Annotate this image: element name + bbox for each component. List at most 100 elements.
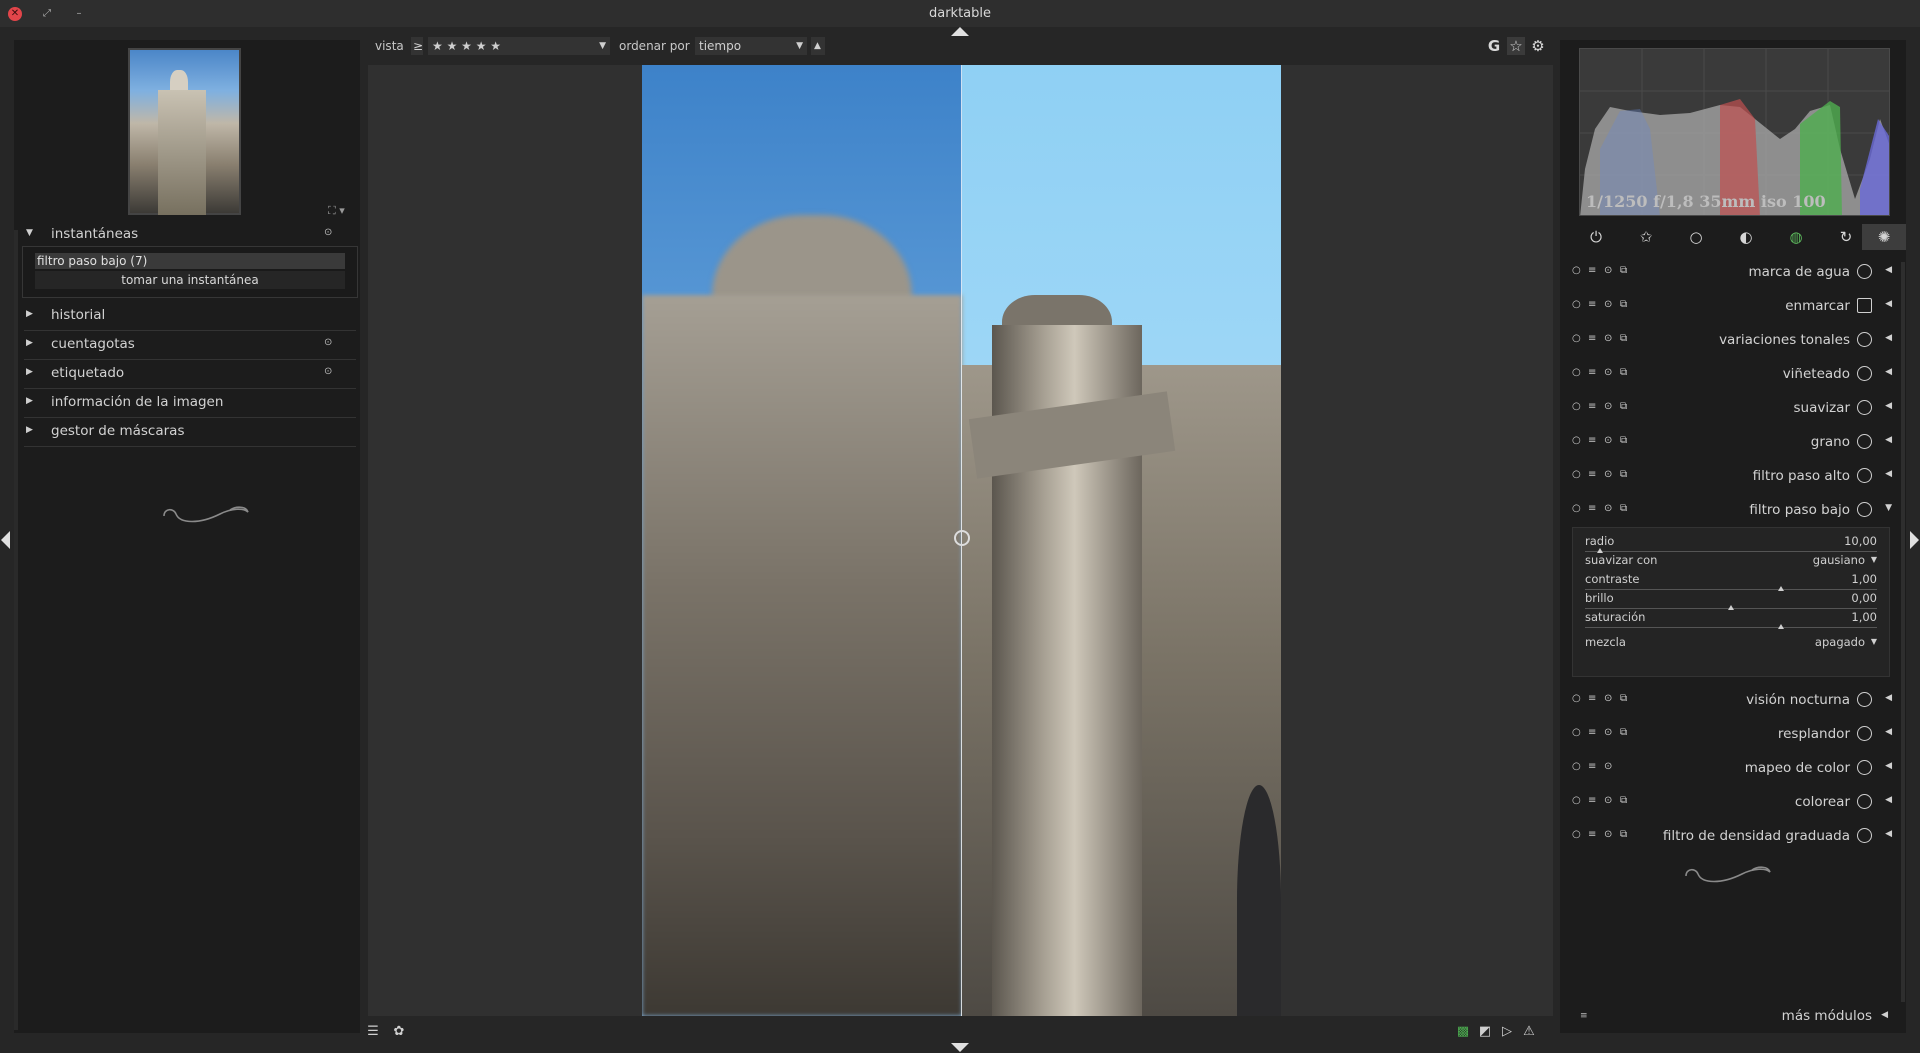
module-snapshots-header[interactable]: ▼ instantáneas ⊙ (24, 224, 356, 248)
menu-icon[interactable]: ≡ (1588, 469, 1596, 480)
menu-icon[interactable]: ≡ (1588, 795, 1596, 806)
presets-icon[interactable]: ⧉ (1620, 503, 1627, 514)
star-overlay-icon[interactable]: ☆ (1507, 37, 1525, 55)
module-framing[interactable]: ○ ≡ ⊙ ⧉ enmarcar ◀ (1570, 293, 1896, 319)
expand-arrow-icon[interactable]: ◀ (1885, 829, 1892, 839)
multi-instance-icon[interactable]: ○ (1572, 401, 1581, 412)
rating-filter-select[interactable]: ★ ★ ★ ★ ★ ▼ (428, 37, 610, 55)
menu-icon[interactable]: ≡ (1588, 401, 1596, 412)
expand-arrow-icon[interactable]: ◀ (1885, 435, 1892, 445)
menu-icon[interactable]: ≡ (1588, 299, 1596, 310)
menu-icon[interactable]: ≡ (1580, 1011, 1588, 1021)
expand-arrow-icon[interactable]: ◀ (1885, 693, 1892, 703)
multi-instance-icon[interactable]: ○ (1572, 727, 1581, 738)
presets-icon[interactable]: ⧉ (1620, 829, 1627, 840)
reset-icon[interactable]: ⊙ (1604, 299, 1612, 310)
zoom-fit-icon[interactable]: ⛶ ▾ (328, 204, 345, 218)
effects-group-icon[interactable]: ✺ (1862, 224, 1906, 250)
module-lowpass[interactable]: ○ ≡ ⊙ ⧉ filtro paso bajo ▼ (1570, 497, 1896, 523)
menu-icon[interactable]: ≡ (1588, 727, 1596, 738)
presets-icon[interactable]: ⊙ (324, 337, 332, 348)
collapse-right-panel-arrow-icon[interactable] (1910, 531, 1919, 549)
presets-icon[interactable]: ⧉ (1620, 299, 1627, 310)
sort-by-select[interactable]: tiempo ▼ (695, 37, 807, 55)
presets-icon[interactable]: ⧉ (1620, 401, 1627, 412)
saturation-slider[interactable]: saturación 1,00 (1585, 610, 1885, 629)
styles-icon[interactable]: ✿ (391, 1024, 407, 1040)
module-watermark[interactable]: ○ ≡ ⊙ ⧉ marca de agua ◀ (1570, 259, 1896, 285)
take-snapshot-button[interactable]: tomar una instantánea (35, 271, 345, 289)
menu-icon[interactable]: ≡ (1588, 693, 1596, 704)
overexposed-warning-icon[interactable]: ⚠ (1521, 1024, 1537, 1040)
multi-instance-icon[interactable]: ○ (1572, 795, 1581, 806)
reset-icon[interactable]: ⊙ (1604, 265, 1612, 276)
presets-icon[interactable]: ⧉ (1620, 795, 1627, 806)
multi-instance-icon[interactable]: ○ (1572, 435, 1581, 446)
module-color-mapping[interactable]: ○ ≡ ⊙ mapeo de color ◀ (1570, 755, 1896, 781)
reset-icon[interactable]: ⊙ (1604, 367, 1612, 378)
multi-instance-icon[interactable]: ○ (1572, 265, 1581, 276)
grouping-button[interactable]: G (1485, 37, 1503, 55)
favorites-icon[interactable]: ✩ (1624, 224, 1668, 250)
module-mask-manager-header[interactable]: ▶ gestor de máscaras (24, 421, 356, 447)
expand-arrow-icon[interactable]: ◀ (1885, 265, 1892, 275)
expand-arrow-icon[interactable]: ◀ (1885, 469, 1892, 479)
expand-arrow-icon[interactable]: ◀ (1885, 367, 1892, 377)
multi-instance-icon[interactable]: ○ (1572, 469, 1581, 480)
reset-icon[interactable]: ⊙ (1604, 401, 1612, 412)
presets-icon[interactable]: ⧉ (1620, 265, 1627, 276)
snapshot-item[interactable]: filtro paso bajo (7) (35, 253, 345, 269)
presets-icon[interactable]: ⧉ (1620, 333, 1627, 344)
expand-arrow-icon[interactable]: ◀ (1885, 333, 1892, 343)
contrast-slider[interactable]: contraste 1,00 (1585, 572, 1885, 591)
multi-instance-icon[interactable]: ○ (1572, 299, 1581, 310)
softproof-icon[interactable]: ▩ (1455, 1024, 1471, 1040)
module-split-toning[interactable]: ○ ≡ ⊙ ⧉ variaciones tonales ◀ (1570, 327, 1896, 353)
module-image-info-header[interactable]: ▶ información de la imagen (24, 392, 356, 418)
module-soften[interactable]: ○ ≡ ⊙ ⧉ suavizar ◀ (1570, 395, 1896, 421)
tone-group-icon[interactable]: ◐ (1724, 224, 1768, 250)
center-view[interactable] (368, 65, 1553, 1016)
reset-icon[interactable]: ⊙ (1604, 435, 1612, 446)
expand-arrow-icon[interactable]: ◀ (1885, 401, 1892, 411)
collapse-left-panel-arrow-icon[interactable] (1, 531, 10, 549)
expand-arrow-icon[interactable]: ◀ (1885, 299, 1892, 309)
presets-icon[interactable]: ⊙ (324, 227, 332, 238)
presets-icon[interactable]: ⧉ (1620, 367, 1627, 378)
gear-icon[interactable]: ⚙ (1529, 37, 1547, 55)
presets-icon[interactable]: ⧉ (1620, 469, 1627, 480)
rating-comparator-select[interactable]: ≥ (411, 37, 423, 55)
gamut-check-icon[interactable]: ◩ (1477, 1024, 1493, 1040)
right-panel-scrollbar[interactable] (1901, 262, 1905, 1002)
module-tagging-header[interactable]: ▶ etiquetado ⊙ (24, 363, 356, 389)
module-history-header[interactable]: ▶ historial (24, 305, 356, 331)
menu-icon[interactable]: ≡ (1588, 503, 1596, 514)
reset-icon[interactable]: ⊙ (1604, 333, 1612, 344)
menu-icon[interactable]: ≡ (1588, 367, 1596, 378)
left-panel-scrollbar[interactable] (14, 230, 18, 1030)
module-graduated-density[interactable]: ○ ≡ ⊙ ⧉ filtro de densidad graduada ◀ (1570, 823, 1896, 849)
image-preview[interactable] (642, 65, 1281, 1016)
reset-icon[interactable]: ⊙ (1604, 469, 1612, 480)
presets-icon[interactable]: ⧉ (1620, 435, 1627, 446)
presets-icon[interactable]: ⧉ (1620, 727, 1627, 738)
soften-with-select[interactable]: suavizar con gausiano ▼ (1585, 553, 1885, 571)
brightness-slider[interactable]: brillo 0,00 (1585, 591, 1885, 610)
quick-access-presets-icon[interactable]: ☰ (365, 1024, 381, 1040)
expand-arrow-icon[interactable]: ◀ (1885, 795, 1892, 805)
module-night-vision[interactable]: ○ ≡ ⊙ ⧉ visión nocturna ◀ (1570, 687, 1896, 713)
histogram[interactable]: 1/1250 f/1,8 35mm iso 100 (1579, 48, 1890, 216)
menu-icon[interactable]: ≡ (1588, 435, 1596, 446)
focus-peaking-icon[interactable]: ▷ (1499, 1024, 1515, 1040)
blend-mode-select[interactable]: mezcla apagado ▼ (1585, 635, 1885, 653)
menu-icon[interactable]: ≡ (1588, 761, 1596, 772)
collapse-arrow-icon[interactable]: ▼ (1885, 503, 1892, 513)
multi-instance-icon[interactable]: ○ (1572, 503, 1581, 514)
multi-instance-icon[interactable]: ○ (1572, 829, 1581, 840)
reset-icon[interactable]: ⊙ (1604, 503, 1612, 514)
reset-icon[interactable]: ⊙ (1604, 727, 1612, 738)
rotate-split-icon[interactable] (954, 530, 970, 546)
reset-icon[interactable]: ⊙ (1604, 761, 1612, 772)
module-bloom[interactable]: ○ ≡ ⊙ ⧉ resplandor ◀ (1570, 721, 1896, 747)
reset-icon[interactable]: ⊙ (1604, 829, 1612, 840)
